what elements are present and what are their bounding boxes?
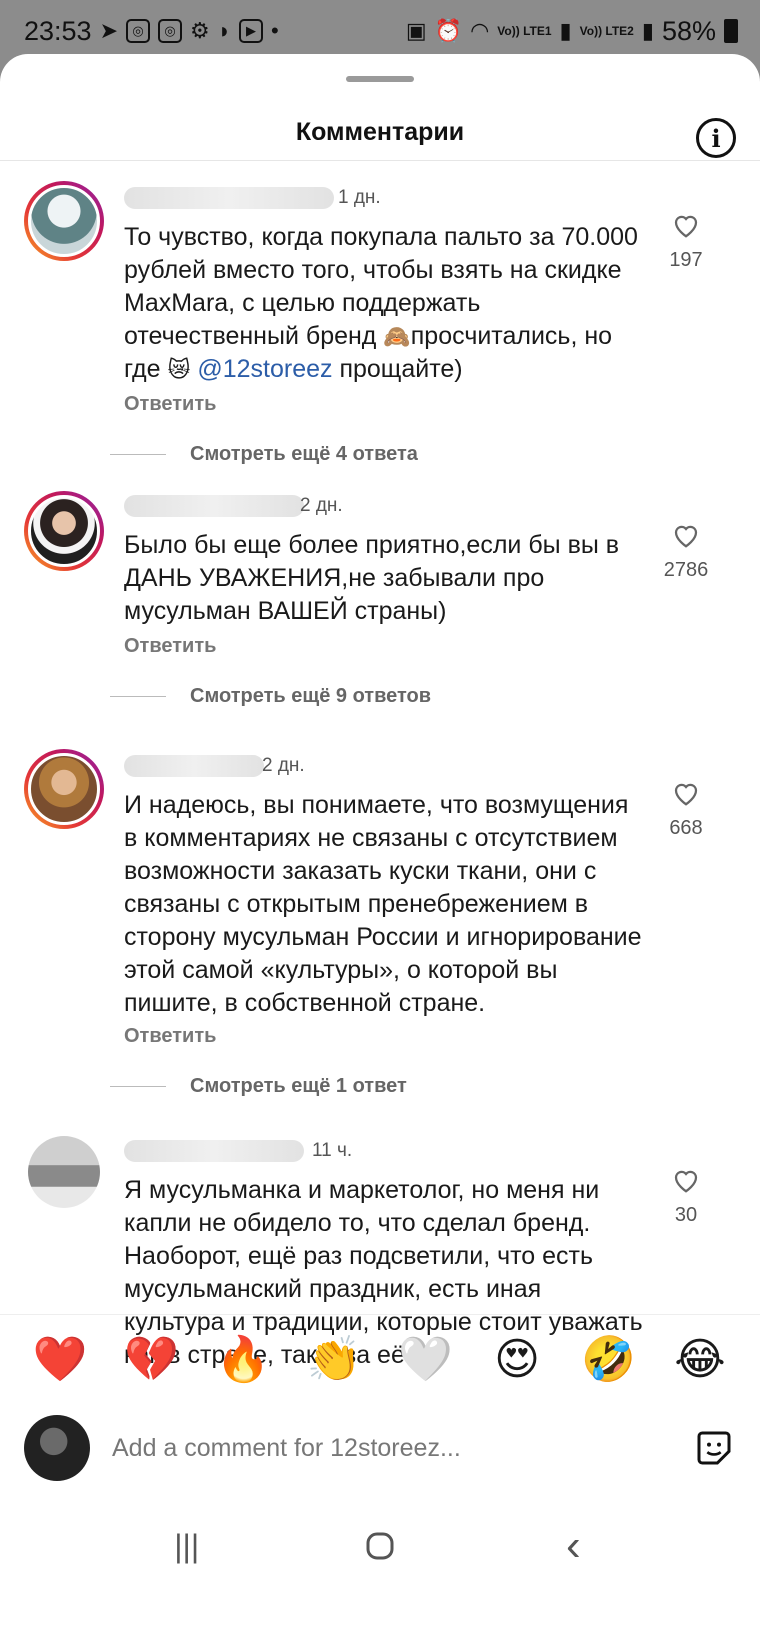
comment-input[interactable] xyxy=(112,1433,692,1463)
status-right: ▣ ⏰ ◠ Vo)) LTE1 ▮ Vo)) LTE2 ▮ 58% xyxy=(406,16,738,47)
avatar[interactable] xyxy=(28,1136,100,1208)
reaction-joy-icon[interactable]: 😂 xyxy=(670,1330,730,1390)
settings-icon: ⚙ xyxy=(190,18,210,43)
avatar[interactable] xyxy=(24,491,104,571)
heart-icon xyxy=(674,525,698,548)
quick-reactions-bar: ❤️ 💔 🔥 👏 🤍 😍 🤣 😂 xyxy=(0,1314,760,1404)
reaction-clap-icon[interactable]: 👏 xyxy=(304,1330,364,1390)
avatar[interactable] xyxy=(24,181,104,261)
cat-emoji-icon: 😿 xyxy=(167,357,191,382)
monkey-emoji-icon: 🙈 xyxy=(383,324,411,349)
status-bar: 23:53 ➤ ◎ ◎ ⚙ ◗ ▶ • ▣ ⏰ ◠ Vo)) LTE1 ▮ Vo… xyxy=(0,0,760,62)
avatar[interactable] xyxy=(24,749,104,829)
system-nav-bar: ||| ‹ xyxy=(0,1500,760,1592)
comments-sheet: Комментарии i 1 дн. То чувство, когда по… xyxy=(0,54,760,1646)
comment-text: Было бы еще более приятно,если бы вы в Д… xyxy=(124,531,620,625)
comment-time: 11 ч. xyxy=(312,1140,353,1161)
comment-time: 1 дн. xyxy=(338,187,381,208)
yt-icon: ▶ xyxy=(239,19,264,43)
reply-button[interactable]: Ответить xyxy=(124,635,216,658)
reply-button[interactable]: Ответить xyxy=(124,1025,216,1048)
divider-line xyxy=(110,1086,166,1087)
avatar-image xyxy=(28,495,100,567)
reaction-rofl-icon[interactable]: 🤣 xyxy=(579,1330,639,1390)
telegram-icon: ➤ xyxy=(99,18,119,43)
like-count: 668 xyxy=(669,817,703,839)
battery-icon xyxy=(724,19,738,43)
mention-link[interactable]: @12storeez xyxy=(197,355,332,383)
status-left: 23:53 ➤ ◎ ◎ ⚙ ◗ ▶ • xyxy=(24,16,279,47)
status-time: 23:53 xyxy=(24,15,92,46)
heart-icon xyxy=(674,1170,698,1193)
signal-icon: ▮ xyxy=(641,18,654,43)
avatar-image xyxy=(28,1136,100,1208)
username-redacted[interactable] xyxy=(124,187,334,209)
instagram-icon: ◎ xyxy=(158,19,183,43)
media-icon: ◗ xyxy=(217,18,232,43)
like-button[interactable]: 30 xyxy=(656,1166,716,1227)
drag-handle[interactable] xyxy=(346,76,414,82)
comment-text: И надеюсь, вы понимаете, что возмущения … xyxy=(124,791,642,1017)
like-count: 2786 xyxy=(663,559,709,581)
comment-time: 2 дн. xyxy=(300,495,343,516)
like-count: 30 xyxy=(674,1204,698,1226)
comment-time: 2 дн. xyxy=(262,755,305,776)
heart-icon xyxy=(674,215,698,238)
like-count: 197 xyxy=(669,249,703,271)
home-icon[interactable] xyxy=(350,1516,410,1576)
reaction-white-heart-icon[interactable]: 🤍 xyxy=(396,1330,456,1390)
view-more-replies[interactable]: Смотреть ещё 4 ответа xyxy=(110,443,418,466)
reply-button[interactable]: Ответить xyxy=(124,393,216,416)
username-redacted[interactable] xyxy=(124,495,304,517)
avatar-image xyxy=(28,185,100,257)
sticker-icon[interactable] xyxy=(692,1426,736,1470)
reaction-heart-eyes-icon[interactable]: 😍 xyxy=(487,1330,547,1390)
lock-icon: ▣ xyxy=(405,18,427,43)
comments-list[interactable]: 1 дн. То чувство, когда покупала пальто … xyxy=(0,161,760,1421)
signal-label-2: Vo)) LTE2 xyxy=(579,24,634,38)
sticker-glyph xyxy=(697,1431,731,1465)
alarm-icon: ⏰ xyxy=(434,18,463,43)
like-button[interactable]: 668 xyxy=(656,779,716,840)
like-button[interactable]: 2786 xyxy=(656,521,716,582)
view-more-replies-label: Смотреть ещё 4 ответа xyxy=(190,443,418,465)
view-more-replies-label: Смотреть ещё 1 ответ xyxy=(190,1075,407,1097)
reaction-broken-heart-icon[interactable]: 💔 xyxy=(121,1330,181,1390)
divider-line xyxy=(110,696,166,697)
heart-icon xyxy=(674,783,698,806)
username-redacted[interactable] xyxy=(124,755,264,777)
home-glyph xyxy=(366,1532,394,1560)
comment-text-part: прощайте) xyxy=(332,355,463,383)
signal-label-1: Vo)) LTE1 xyxy=(497,24,552,38)
avatar-image xyxy=(28,753,100,825)
like-button[interactable]: 197 xyxy=(656,211,716,272)
comment-composer xyxy=(0,1400,760,1496)
sheet-title: Комментарии xyxy=(295,118,465,146)
view-more-replies-label: Смотреть ещё 9 ответов xyxy=(190,685,432,707)
dot-icon: • xyxy=(271,18,279,43)
battery-percent: 58% xyxy=(661,15,716,46)
instagram-icon: ◎ xyxy=(126,19,151,43)
view-more-replies[interactable]: Смотреть ещё 1 ответ xyxy=(110,1075,407,1098)
current-user-avatar xyxy=(24,1415,90,1481)
view-more-replies[interactable]: Смотреть ещё 9 ответов xyxy=(110,685,431,708)
wifi-icon: ◠ xyxy=(470,18,490,43)
info-icon[interactable]: i xyxy=(696,118,736,158)
recents-icon[interactable]: ||| xyxy=(157,1516,217,1576)
username-redacted[interactable] xyxy=(124,1140,304,1162)
signal-icon: ▮ xyxy=(559,18,572,43)
back-icon[interactable]: ‹ xyxy=(543,1516,603,1576)
reaction-fire-icon[interactable]: 🔥 xyxy=(213,1330,273,1390)
comment-text: То чувство, когда покупала пальто за 70.… xyxy=(124,221,644,386)
reaction-red-heart-icon[interactable]: ❤️ xyxy=(30,1330,90,1390)
divider-line xyxy=(110,454,166,455)
